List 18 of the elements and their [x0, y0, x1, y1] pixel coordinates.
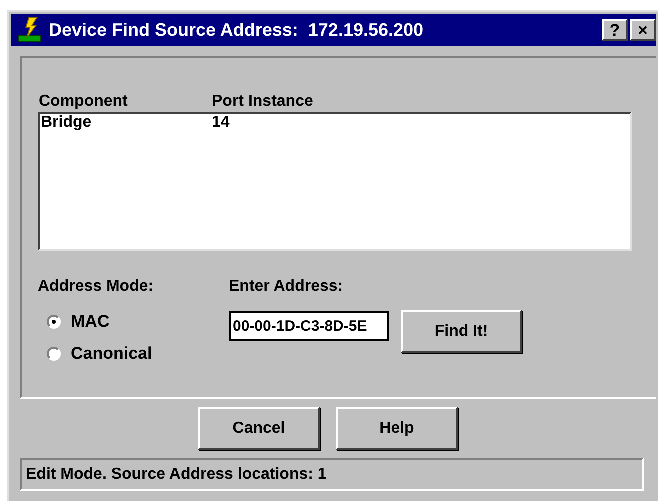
radio-label: MAC: [71, 311, 110, 333]
table-cell-text: Bridge: [40, 114, 93, 132]
help-button[interactable]: ?: [602, 19, 628, 41]
find-button[interactable]: Find It!: [401, 310, 522, 353]
column-header: Component: [38, 92, 129, 110]
status-bar: Edit Mode. Source Address locations: 1: [20, 458, 644, 491]
help-button[interactable]: Help: [336, 407, 458, 450]
radio-label: Canonical: [71, 343, 152, 365]
cancel-button[interactable]: Cancel: [198, 407, 320, 450]
field-label: Address Mode:: [38, 277, 155, 297]
field-label: Enter Address:: [229, 277, 344, 297]
column-header: Port Instance: [212, 92, 314, 110]
window-title: Device Find Source Address: 172.19.56.200: [49, 18, 424, 42]
table-cell: 14: [212, 114, 230, 132]
close-button[interactable]: ×: [630, 19, 656, 41]
radio-button[interactable]: [47, 347, 61, 361]
radio-button[interactable]: [47, 315, 61, 329]
address-field[interactable]: 00-00-1D-C3-8D-5E: [229, 311, 389, 341]
